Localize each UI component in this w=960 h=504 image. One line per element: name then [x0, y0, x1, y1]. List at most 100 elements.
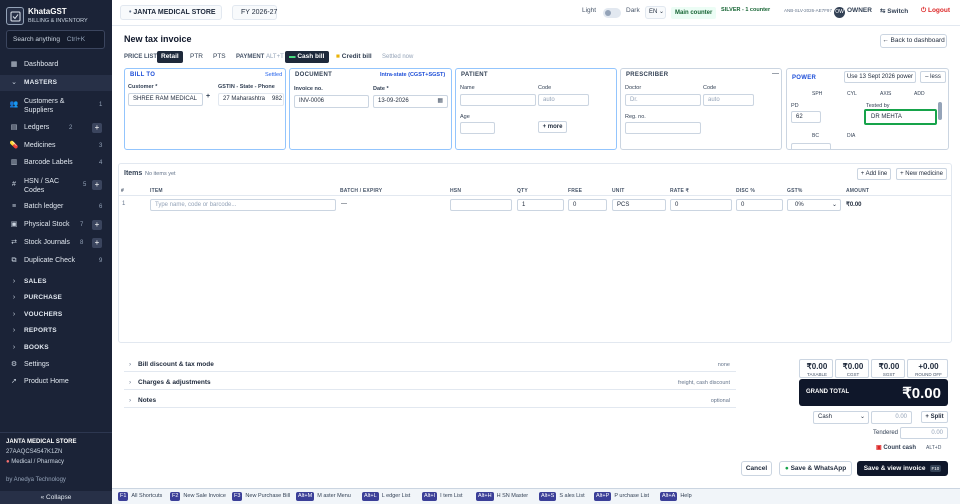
sidebar-section-masters[interactable]: ⌄ MASTERS: [0, 75, 112, 91]
add-physical-stock-button[interactable]: +: [92, 220, 102, 230]
collapse-icon[interactable]: —: [772, 70, 779, 77]
less-button[interactable]: – less: [920, 71, 946, 83]
sidebar-item-dashboard[interactable]: ▦ Dashboard: [0, 57, 112, 73]
sidebar-section-purchase[interactable]: › PURCHASE: [0, 290, 112, 306]
notes-section[interactable]: › Notes optional: [124, 394, 736, 408]
add-line-button[interactable]: + Add line: [857, 168, 891, 180]
invoice-number-input[interactable]: INV-0006: [294, 95, 369, 108]
use-power-button[interactable]: Use 13 Sept 2026 power: [844, 71, 916, 83]
shortcut-item[interactable]: Alt+L L edger List: [362, 492, 410, 501]
rate-input[interactable]: 0: [670, 199, 732, 211]
shortcut-item[interactable]: F2 New Sale Invoice: [170, 492, 226, 501]
price-tab-pts[interactable]: PTS: [209, 51, 230, 63]
arrow-left-icon: ←: [882, 37, 889, 44]
bill-discount-section[interactable]: › Bill discount & tax mode none: [124, 358, 736, 372]
doctor-input[interactable]: Dr.: [625, 94, 701, 106]
shortcut-item[interactable]: Alt+M M aster Menu: [296, 492, 351, 501]
sidebar-item-label: Physical Stock: [24, 221, 70, 228]
sidebar-item-label: HSN / SAC Codes: [24, 178, 60, 194]
shortcut-item[interactable]: F1 All Shortcuts: [118, 492, 162, 501]
collapse-button[interactable]: « Collapse: [0, 491, 112, 504]
sidebar-section-books[interactable]: › BOOKS: [0, 340, 112, 356]
credit-bill-tab[interactable]: ■ Credit bill: [332, 51, 376, 63]
sidebar-section-vouchers[interactable]: › VOUCHERS: [0, 307, 112, 323]
shortcut-item[interactable]: Alt+S S ales List: [539, 492, 585, 501]
bc-input[interactable]: [791, 143, 831, 149]
gstin-state-phone[interactable]: 27 Maharashtra 982: [218, 93, 284, 106]
add-ledger-button[interactable]: +: [92, 123, 102, 133]
patient-more-button[interactable]: + more: [538, 121, 567, 133]
power-scrollbar[interactable]: [938, 102, 942, 120]
date-input[interactable]: 13-09-2026 ▦: [373, 95, 448, 108]
sidebar-item-settings[interactable]: ⚙ Settings: [0, 357, 112, 373]
sidebar-item-stock-journals[interactable]: ⇄ Stock Journals 8 +: [0, 235, 112, 251]
price-tab-ptr[interactable]: PTR: [186, 51, 207, 63]
save-view-invoice-button[interactable]: Save & view invoice F10: [857, 461, 948, 476]
save-whatsapp-button[interactable]: ● Save & WhatsApp: [779, 461, 852, 476]
tag-icon: #: [12, 181, 16, 188]
col-num: #: [121, 188, 124, 194]
qty-input[interactable]: 1: [517, 199, 564, 211]
sidebar-item-duplicate-check[interactable]: ⧉ Duplicate Check 9: [0, 253, 112, 269]
customer-input[interactable]: SHREE RAM MEDICAL: [128, 93, 203, 106]
payment-mode-select[interactable]: Cash ⌄: [813, 411, 869, 424]
sidebar-item-count: 1: [99, 102, 103, 108]
sidebar-section-reports[interactable]: › REPORTS: [0, 323, 112, 339]
shortcut-item[interactable]: Alt+I I tem List: [422, 492, 462, 501]
pd-input[interactable]: 62: [791, 111, 821, 123]
hsn-input[interactable]: [450, 199, 512, 211]
sidebar-search[interactable]: Search anything Ctrl+K: [6, 30, 105, 49]
fy-selector[interactable]: FY 2026-27: [232, 5, 277, 20]
theme-toggle[interactable]: [603, 8, 621, 18]
patient-code-input[interactable]: auto: [538, 94, 589, 106]
free-input[interactable]: 0: [568, 199, 607, 211]
cash-bill-tab[interactable]: ▬ Cash bill: [285, 51, 329, 63]
switch-user-button[interactable]: ⇆ Switch: [880, 7, 908, 15]
split-payment-button[interactable]: + Split: [921, 411, 948, 423]
sidebar-item-medicines[interactable]: 💊 Medicines 3: [0, 138, 112, 154]
company-switcher[interactable]: • JANTA MEDICAL STORE: [120, 5, 222, 20]
sidebar-item-batch[interactable]: ≡ Batch ledger 6: [0, 199, 112, 215]
gst-select[interactable]: 0% ⌄: [787, 199, 841, 211]
shortcut-item[interactable]: Alt+A Help: [660, 492, 692, 501]
count-cash-button[interactable]: ▣ Count cash: [876, 444, 916, 451]
batch-expiry-value[interactable]: —: [341, 201, 347, 207]
unit-input[interactable]: PCS: [612, 199, 666, 211]
avatar[interactable]: OW: [834, 7, 845, 18]
price-tab-retail[interactable]: Retail: [157, 51, 183, 63]
reg-no-input[interactable]: [625, 122, 701, 134]
language-select[interactable]: EN ⌄: [645, 6, 666, 19]
company-gstin: 27AAQCS4547K1ZN: [6, 449, 63, 455]
new-medicine-button[interactable]: + New medicine: [896, 168, 947, 180]
doctor-code-input[interactable]: auto: [703, 94, 754, 106]
add-stock-journal-button[interactable]: +: [92, 238, 102, 248]
back-to-dashboard-button[interactable]: ← Back to dashboard: [880, 34, 947, 48]
settlement-status: Settled now: [382, 54, 414, 60]
sidebar-item-hsn[interactable]: # HSN / SAC Codes 5 +: [0, 174, 112, 196]
sidebar-item-barcode[interactable]: ▥ Barcode Labels 4: [0, 155, 112, 171]
patient-name-input[interactable]: [460, 94, 536, 106]
cancel-button[interactable]: Cancel: [741, 461, 772, 476]
charges-section[interactable]: › Charges & adjustments freight, cash di…: [124, 376, 736, 390]
sidebar-item-product-home[interactable]: ➚ Product Home: [0, 374, 112, 390]
add-hsn-button[interactable]: +: [92, 180, 102, 190]
tendered-input[interactable]: 0.00: [900, 427, 948, 439]
section-title: Charges & adjustments: [138, 379, 211, 386]
disc-input[interactable]: 0: [736, 199, 783, 211]
col-batch: BATCH / EXPIRY: [340, 188, 383, 194]
sidebar-section-sales[interactable]: › SALES: [0, 274, 112, 290]
patient-age-input[interactable]: [460, 122, 495, 134]
tested-by-input[interactable]: DR MEHTA: [864, 109, 937, 125]
shortcut-key: F10: [929, 465, 942, 472]
shortcut-item[interactable]: Alt+P P urchase List: [594, 492, 649, 501]
shortcut-item[interactable]: F3 New Purchase Bill: [232, 492, 290, 501]
customer-add-icon[interactable]: +: [206, 93, 210, 100]
logout-button[interactable]: ⏻ Logout: [921, 7, 950, 15]
sidebar-item-physical-stock[interactable]: ▣ Physical Stock 7 +: [0, 217, 112, 233]
shortcut-item[interactable]: Alt+H H SN Master: [476, 492, 528, 501]
sidebar-item-ledgers[interactable]: ▤ Ledgers 2 +: [0, 120, 112, 136]
search-placeholder: Search anything: [13, 36, 60, 43]
item-search-input[interactable]: Type name, code or barcode...: [150, 199, 336, 211]
payment-amount-input[interactable]: 0.00: [871, 411, 912, 424]
sidebar-item-customers[interactable]: 👥 Customers & Suppliers 1: [0, 94, 112, 116]
